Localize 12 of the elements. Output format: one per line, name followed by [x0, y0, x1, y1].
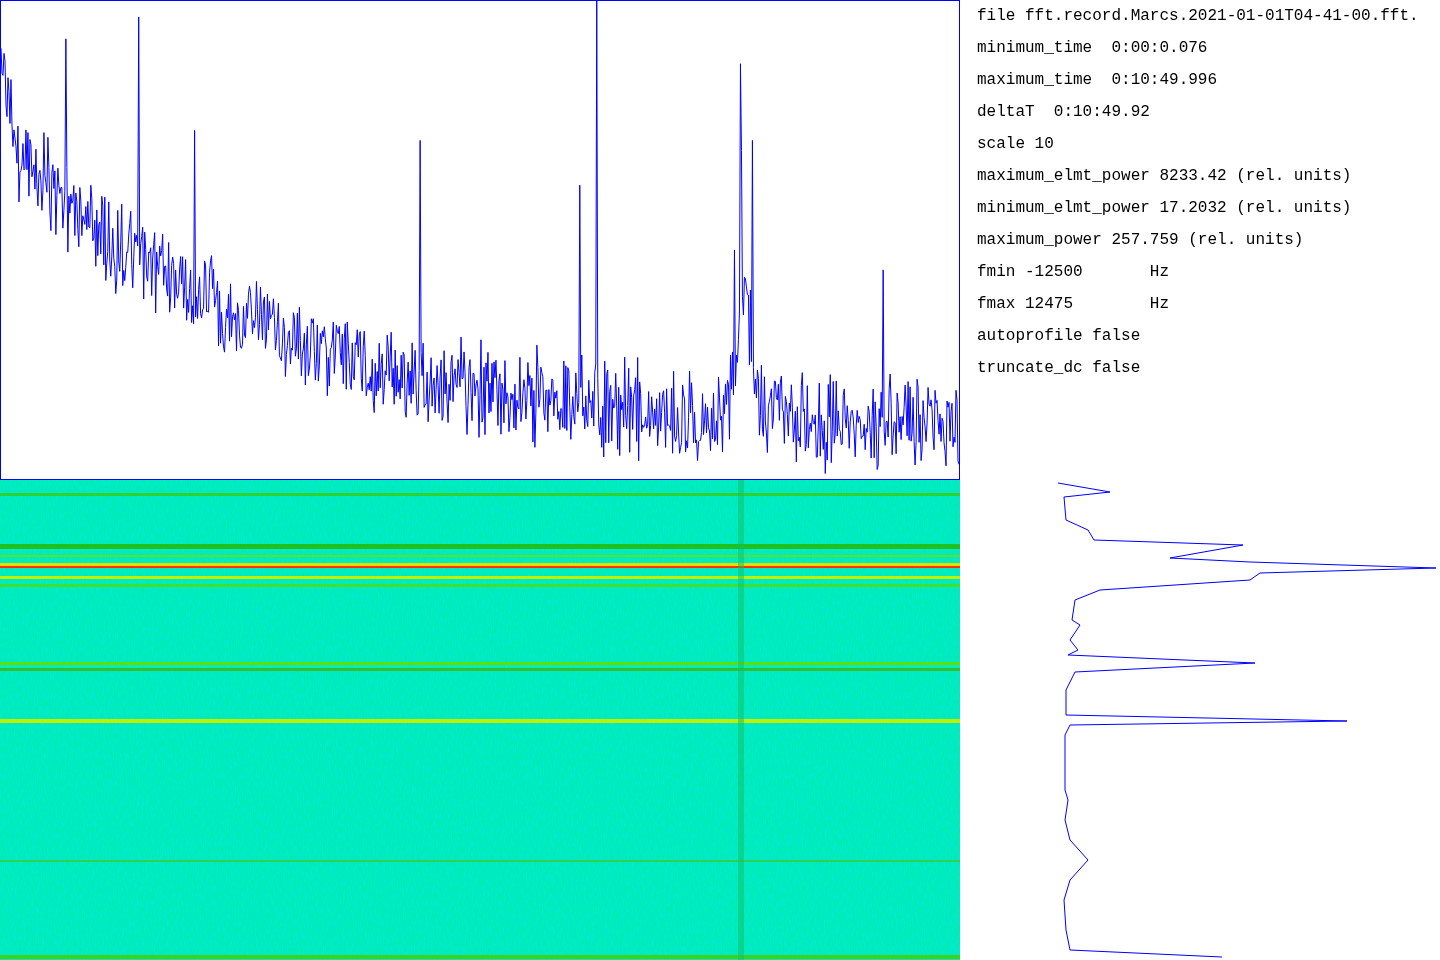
info-line: fmax 12475 Hz: [977, 294, 1170, 314]
info-line: minimum_time 0:00:0.076: [977, 38, 1208, 58]
info-line: maximum_elmt_power 8233.42 (rel. units): [977, 166, 1352, 186]
info-line: fmin -12500 Hz: [977, 262, 1170, 282]
info-line: scale 10: [977, 134, 1054, 154]
info-line: autoprofile false: [977, 326, 1141, 346]
info-line: file fft.record.Marcs.2021-01-01T04-41-00.fft.: [977, 6, 1419, 26]
info-line: maximum_power 257.759 (rel. units): [977, 230, 1304, 250]
info-line: maximum_time 0:10:49.996: [977, 70, 1218, 90]
info-line: truncate_dc false: [977, 358, 1141, 378]
info-line: minimum_elmt_power 17.2032 (rel. units): [977, 198, 1352, 218]
info-line: deltaT 0:10:49.92: [977, 102, 1150, 122]
